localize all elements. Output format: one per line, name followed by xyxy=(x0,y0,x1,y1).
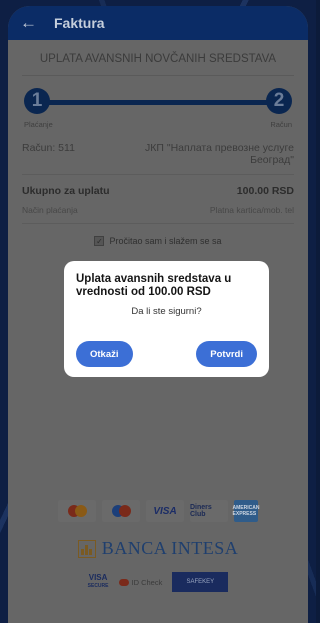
visa-secure-badge: VISA SECURE xyxy=(88,574,109,590)
mastercard-dot-icon xyxy=(118,578,129,586)
app-screen: ← Faktura UPLATA AVANSNIH NOVČANIH SREDS… xyxy=(8,6,308,623)
security-badges: VISA SECURE ID Check SAFEKEY xyxy=(8,572,308,592)
bank-logo: BANCA INTESA xyxy=(8,538,308,559)
cancel-button[interactable]: Otkaži xyxy=(76,341,133,367)
mastercard-logo xyxy=(58,500,96,522)
amex-safekey-badge: SAFEKEY xyxy=(172,572,229,592)
visa-logo: VISA xyxy=(146,500,184,522)
bank-emblem-icon xyxy=(77,539,96,558)
maestro-logo xyxy=(102,500,140,522)
dialog-subtitle: Da li ste sigurni? xyxy=(131,306,202,317)
id-check-badge: ID Check xyxy=(118,577,163,587)
payment-card-logos: VISA Diners Club AMERICAN EXPRESS xyxy=(8,500,308,522)
id-check-label: ID Check xyxy=(131,577,163,587)
amex-logo: AMERICAN EXPRESS xyxy=(233,500,259,522)
diners-club-logo: Diners Club xyxy=(190,500,228,522)
visa-secure-bottom: SECURE xyxy=(87,583,109,589)
confirm-button[interactable]: Potvrdi xyxy=(196,341,257,367)
visa-secure-top: VISA xyxy=(88,573,108,582)
confirmation-dialog: Uplata avansnih sredstava u vrednosti od… xyxy=(64,261,269,377)
dialog-title: Uplata avansnih sredstava u vrednosti od… xyxy=(76,273,232,298)
bank-name: BANCA INTESA xyxy=(101,538,239,558)
